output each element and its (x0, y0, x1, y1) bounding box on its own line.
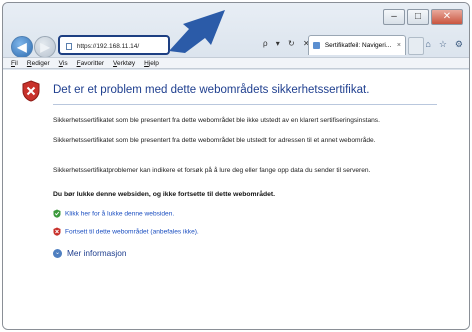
window-controls: – □ ✕ (383, 9, 463, 25)
gear-icon[interactable]: ⚙ (455, 39, 463, 50)
tab-certificate-error[interactable]: Sertifikatfeil: Navigeri... × (308, 35, 406, 55)
paragraph-risk: Sikkerhetssertifikatproblemer kan indike… (53, 167, 371, 174)
pointer-arrow-icon (169, 10, 225, 53)
new-tab-button[interactable] (408, 37, 424, 55)
minimize-button[interactable]: – (383, 9, 405, 25)
continue-link[interactable]: Fortsett til dette webområdet (anbefales… (53, 227, 199, 236)
back-button[interactable]: ◀ (11, 36, 33, 58)
more-information-toggle[interactable]: ⌄ Mer informasjon (53, 248, 127, 259)
favorites-star-icon[interactable]: ☆ (439, 39, 447, 50)
menu-bar: Fil Rediger Vis Favoritter Verktøy Hjelp (3, 57, 469, 69)
back-arrow-icon: ◀ (17, 40, 27, 54)
menu-item-rediger[interactable]: Rediger (27, 58, 50, 68)
maximize-button[interactable]: □ (407, 9, 429, 25)
tab-label: Sertifikatfeil: Navigeri... (324, 42, 392, 49)
continue-link-label: Fortsett til dette webområdet (anbefales… (65, 228, 199, 236)
menu-item-vis[interactable]: Vis (59, 58, 68, 68)
more-information-label: Mer informasjon (67, 248, 127, 258)
page-title: Det er et problem med dette webområdets … (53, 84, 370, 96)
red-shield-icon (53, 227, 61, 236)
warning-text: Du bør lukke denne websiden, og ikke for… (53, 191, 276, 198)
forward-button[interactable]: ▶ (34, 36, 56, 58)
green-shield-icon (53, 209, 61, 218)
tab-close-icon[interactable]: × (397, 36, 401, 55)
close-page-link[interactable]: Klikk her for å lukke denne websiden. (53, 209, 174, 218)
menu-item-favoritter[interactable]: Favoritter (77, 58, 104, 68)
menu-item-hjelp[interactable]: Hjelp (144, 58, 159, 68)
toolbar-icons: ⌂ ☆ ⚙ (425, 39, 463, 50)
paragraph-untrusted-issuer: Sikkerhetssertifikatet som ble presenter… (53, 117, 380, 124)
page-icon (66, 42, 72, 50)
expand-chevron-icon: ⌄ (53, 249, 62, 259)
browser-window: – □ ✕ ◀ ▶ https://192.168.11.14/ ρ ▾ ↻ ✕… (2, 2, 470, 330)
close-window-button[interactable]: ✕ (431, 9, 463, 25)
address-value: https://192.168.11.14/ (76, 43, 140, 50)
paragraph-address-mismatch: Sikkerhetssertifikatet som ble presenter… (53, 137, 376, 144)
address-bar[interactable]: https://192.168.11.14/ (58, 35, 170, 55)
forward-arrow-icon: ▶ (40, 40, 50, 54)
title-divider (53, 104, 437, 105)
home-icon[interactable]: ⌂ (425, 39, 430, 50)
menu-item-fil[interactable]: Fil (11, 58, 18, 68)
tab-page-icon (313, 41, 320, 49)
page-content: Det er et problem med dette webområdets … (3, 70, 469, 329)
close-page-link-label: Klikk her for å lukke denne websiden. (65, 210, 175, 218)
address-controls[interactable]: ρ ▾ ↻ ✕ (263, 39, 313, 48)
menu-item-verktoy[interactable]: Verktøy (113, 58, 135, 68)
error-shield-icon (22, 80, 40, 102)
